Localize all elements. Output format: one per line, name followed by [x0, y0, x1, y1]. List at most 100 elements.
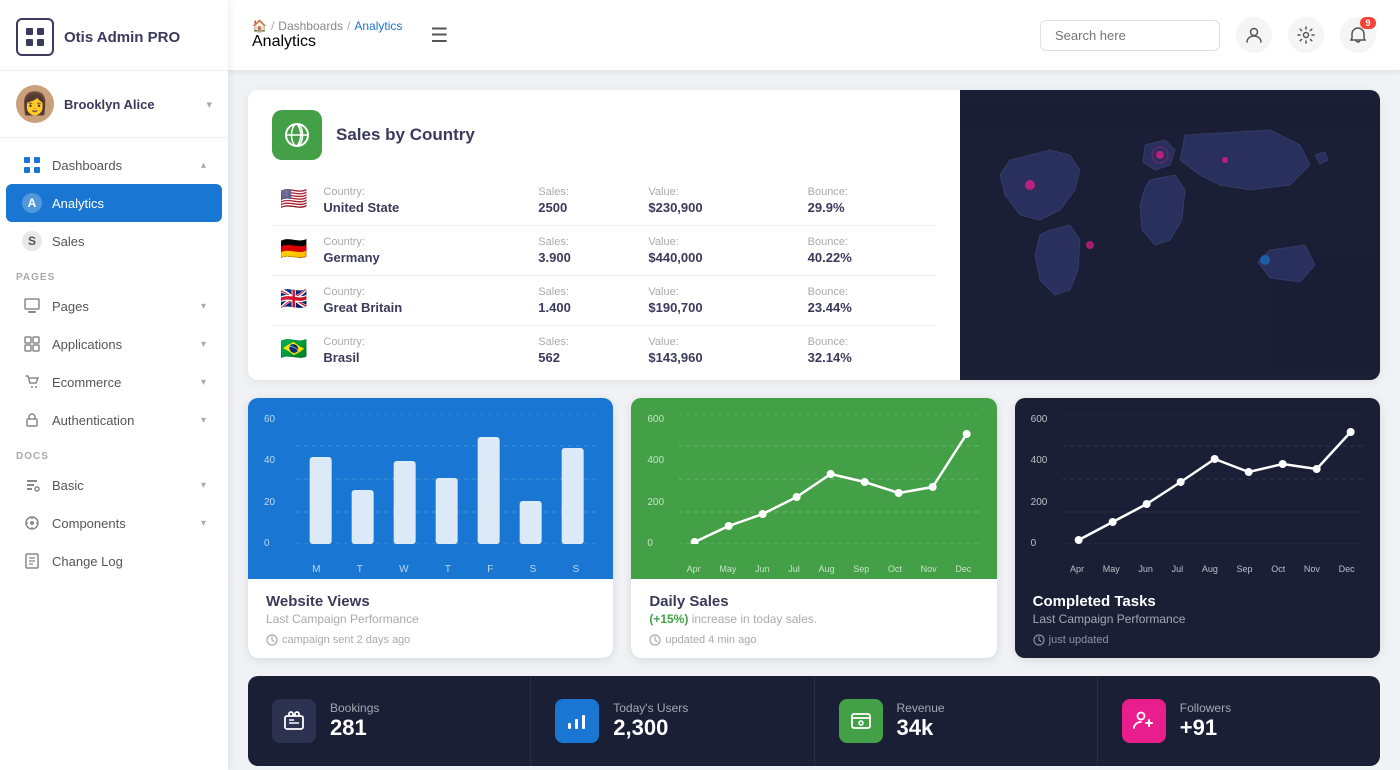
country-sales-cell: Sales: 2500 [530, 176, 640, 226]
daily-sales-chart-area: 600 400 200 0 [631, 398, 996, 579]
notifications-button[interactable]: 9 [1340, 17, 1376, 53]
completed-tasks-x-labels: Apr May Jun Jul Aug Sep Oct Nov Dec [1061, 564, 1364, 574]
revenue-info: Revenue 34k [897, 701, 945, 741]
sidebar-pages-label: Pages [52, 299, 191, 314]
basic-icon [22, 475, 42, 495]
charts-row: 60 40 20 0 [248, 398, 1380, 658]
revenue-icon [839, 699, 883, 743]
settings-button[interactable] [1288, 17, 1324, 53]
sidebar-item-applications[interactable]: Applications ▾ [6, 325, 222, 363]
sidebar-nav: Dashboards ▴ A Analytics S Sales PAGES P… [0, 138, 228, 770]
avatar: 👩 [16, 85, 54, 123]
sidebar-user[interactable]: 👩 Brooklyn Alice ▾ [0, 71, 228, 138]
content-area: Sales by Country 🇺🇸 Country: United Stat… [228, 70, 1400, 770]
sidebar-item-basic[interactable]: Basic ▾ [6, 466, 222, 504]
completed-tasks-time-label: just updated [1049, 634, 1109, 646]
stat-followers: Followers +91 [1098, 676, 1380, 766]
country-flag: 🇬🇧 [272, 276, 315, 326]
followers-info: Followers +91 [1180, 701, 1231, 741]
bookings-label: Bookings [330, 701, 379, 715]
country-table: 🇺🇸 Country: United State Sales: 2500 Val… [272, 176, 936, 375]
daily-sales-title: Daily Sales [649, 593, 978, 610]
sidebar-logo: Otis Admin PRO [0, 0, 228, 71]
analytics-letter: A [22, 193, 42, 213]
clock-icon-2 [649, 634, 661, 646]
revenue-label: Revenue [897, 701, 945, 715]
completed-tasks-chart-canvas [1061, 414, 1364, 544]
sidebar-item-sales[interactable]: S Sales [6, 222, 222, 260]
country-value-cell: Value: $143,960 [640, 326, 799, 376]
sidebar-applications-label: Applications [52, 337, 191, 352]
today-users-info: Today's Users 2,300 [613, 701, 688, 741]
user-name: Brooklyn Alice [64, 97, 196, 112]
stat-today-users: Today's Users 2,300 [531, 676, 814, 766]
ecommerce-icon [22, 372, 42, 392]
daily-sales-subtitle: (+15%) increase in today sales. [649, 612, 978, 626]
docs-section-label: DOCS [0, 439, 228, 466]
revenue-value: 34k [897, 715, 945, 741]
country-sales-cell: Sales: 3.900 [530, 226, 640, 276]
country-name-cell: Country: Germany [315, 226, 530, 276]
completed-tasks-y-labels: 600 400 200 0 [1031, 414, 1048, 549]
daily-sales-y-labels: 600 400 200 0 [647, 414, 664, 549]
sidebar-changelog-label: Change Log [52, 554, 206, 569]
daily-sales-time-label: updated 4 min ago [665, 634, 756, 646]
bookings-icon [272, 699, 316, 743]
table-row: 🇧🇷 Country: Brasil Sales: 562 Value: $14… [272, 326, 936, 376]
table-row: 🇩🇪 Country: Germany Sales: 3.900 Value: … [272, 226, 936, 276]
country-name-cell: Country: United State [315, 176, 530, 226]
daily-sales-time: updated 4 min ago [649, 634, 978, 646]
country-flag: 🇩🇪 [272, 226, 315, 276]
table-row: 🇬🇧 Country: Great Britain Sales: 1.400 V… [272, 276, 936, 326]
sidebar-ecommerce-label: Ecommerce [52, 375, 191, 390]
hamburger-button[interactable]: ☰ [430, 23, 448, 48]
completed-tasks-card: 600 400 200 0 [1015, 398, 1380, 658]
country-name-cell: Country: Great Britain [315, 276, 530, 326]
app-name: Otis Admin PRO [64, 29, 180, 46]
applications-chevron-icon: ▾ [201, 339, 206, 350]
sidebar-item-dashboards[interactable]: Dashboards ▴ [6, 146, 222, 184]
website-views-subtitle: Last Campaign Performance [266, 612, 595, 626]
sales-country-title: Sales by Country [336, 125, 475, 145]
country-value-cell: Value: $190,700 [640, 276, 799, 326]
country-bounce-cell: Bounce: 40.22% [800, 226, 936, 276]
sidebar-item-components[interactable]: Components ▾ [6, 504, 222, 542]
basic-chevron-icon: ▾ [201, 480, 206, 491]
stat-bookings: Bookings 281 [248, 676, 531, 766]
clock-icon [266, 634, 278, 646]
table-row: 🇺🇸 Country: United State Sales: 2500 Val… [272, 176, 936, 226]
sidebar-components-label: Components [52, 516, 191, 531]
today-users-value: 2,300 [613, 715, 688, 741]
sidebar-analytics-label: Analytics [52, 196, 206, 211]
website-views-time: campaign sent 2 days ago [266, 634, 595, 646]
sales-letter: S [22, 231, 42, 251]
followers-value: +91 [1180, 715, 1231, 741]
main-content: 🏠 / Dashboards / Analytics Analytics ☰ [228, 0, 1400, 770]
breadcrumb: 🏠 / Dashboards / Analytics Analytics [252, 19, 402, 51]
sidebar-item-authentication[interactable]: Authentication ▾ [6, 401, 222, 439]
header: 🏠 / Dashboards / Analytics Analytics ☰ [228, 0, 1400, 70]
sidebar-item-analytics[interactable]: A Analytics [6, 184, 222, 222]
user-profile-button[interactable] [1236, 17, 1272, 53]
country-flag: 🇧🇷 [272, 326, 315, 376]
search-input[interactable] [1040, 20, 1220, 51]
sidebar-item-ecommerce[interactable]: Ecommerce ▾ [6, 363, 222, 401]
sidebar-item-changelog[interactable]: Change Log [6, 542, 222, 580]
page-title: Analytics [252, 33, 402, 51]
completed-tasks-time: just updated [1033, 634, 1362, 646]
country-bounce-cell: Bounce: 32.14% [800, 326, 936, 376]
sidebar: Otis Admin PRO 👩 Brooklyn Alice ▾ Dashbo… [0, 0, 228, 770]
stats-row: Bookings 281 Today's Users 2,300 [248, 676, 1380, 766]
today-users-icon [555, 699, 599, 743]
applications-icon [22, 334, 42, 354]
sidebar-item-pages[interactable]: Pages ▾ [6, 287, 222, 325]
today-users-label: Today's Users [613, 701, 688, 715]
country-bounce-cell: Bounce: 23.44% [800, 276, 936, 326]
website-views-chart-area: 60 40 20 0 [248, 398, 613, 579]
sidebar-basic-label: Basic [52, 478, 191, 493]
ecommerce-chevron-icon: ▾ [201, 377, 206, 388]
breadcrumb-current: Analytics [354, 19, 402, 33]
pages-section-label: PAGES [0, 260, 228, 287]
website-views-title: Website Views [266, 593, 595, 610]
country-flag: 🇺🇸 [272, 176, 315, 226]
